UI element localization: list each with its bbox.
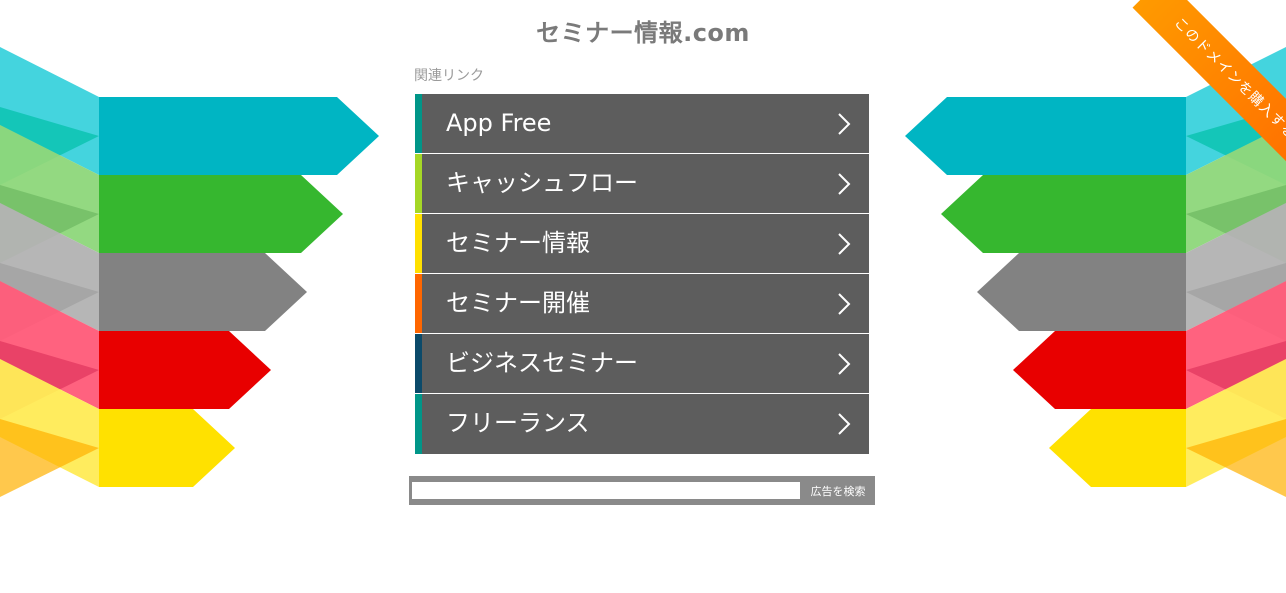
decor-fold-shade bbox=[1186, 419, 1286, 497]
decor-arrow bbox=[99, 409, 235, 487]
link-accent-bar bbox=[415, 274, 422, 333]
decorative-arrows-left bbox=[0, 47, 379, 497]
link-accent-bar bbox=[415, 94, 422, 153]
decor-arrow bbox=[977, 253, 1186, 331]
related-links-list: App Free キャッシュフロー セミナー情報 セミナー開催 ビジネスセミナー… bbox=[415, 94, 869, 454]
decor-fold bbox=[1186, 359, 1286, 487]
decor-arrow bbox=[99, 253, 307, 331]
buy-domain-ribbon: このドメインを購入する。 bbox=[1090, 0, 1286, 200]
buy-domain-link[interactable]: このドメインを購入する。 bbox=[1132, 0, 1286, 192]
decor-arrow bbox=[99, 331, 271, 409]
related-links-heading: 関連リンク bbox=[414, 68, 484, 84]
decor-fold bbox=[1186, 281, 1286, 409]
link-label: App Free bbox=[446, 109, 552, 137]
link-accent-bar bbox=[415, 394, 422, 454]
decor-arrow bbox=[1049, 409, 1186, 487]
ad-search-input[interactable] bbox=[411, 481, 801, 500]
link-accent-bar bbox=[415, 154, 422, 213]
decor-fold-shade bbox=[1186, 263, 1286, 341]
related-link-business-seminar[interactable]: ビジネスセミナー bbox=[415, 334, 869, 393]
decor-arrow bbox=[1013, 331, 1186, 409]
chevron-right-icon bbox=[838, 293, 851, 315]
related-link-freelance[interactable]: フリーランス bbox=[415, 394, 869, 454]
link-label: フリーランス bbox=[446, 409, 590, 437]
link-label: セミナー開催 bbox=[446, 289, 590, 317]
decor-arrow bbox=[99, 97, 379, 175]
chevron-right-icon bbox=[838, 113, 851, 135]
decor-arrow bbox=[99, 175, 343, 253]
ad-search-bar: 広告を検索 bbox=[409, 476, 875, 505]
related-link-cash-flow[interactable]: キャッシュフロー bbox=[415, 154, 869, 213]
related-link-app-free[interactable]: App Free bbox=[415, 94, 869, 153]
chevron-right-icon bbox=[838, 413, 851, 435]
link-label: セミナー情報 bbox=[446, 229, 590, 257]
link-label: キャッシュフロー bbox=[446, 169, 638, 197]
link-accent-bar bbox=[415, 334, 422, 393]
ad-search-button[interactable]: 広告を検索 bbox=[801, 476, 875, 505]
chevron-right-icon bbox=[838, 353, 851, 375]
related-link-seminar-hosting[interactable]: セミナー開催 bbox=[415, 274, 869, 333]
decor-fold-shade bbox=[1186, 341, 1286, 419]
chevron-right-icon bbox=[838, 233, 851, 255]
decor-fold bbox=[1186, 203, 1286, 331]
related-link-seminar-info[interactable]: セミナー情報 bbox=[415, 214, 869, 273]
link-label: ビジネスセミナー bbox=[446, 349, 638, 377]
link-accent-bar bbox=[415, 214, 422, 273]
chevron-right-icon bbox=[838, 173, 851, 195]
